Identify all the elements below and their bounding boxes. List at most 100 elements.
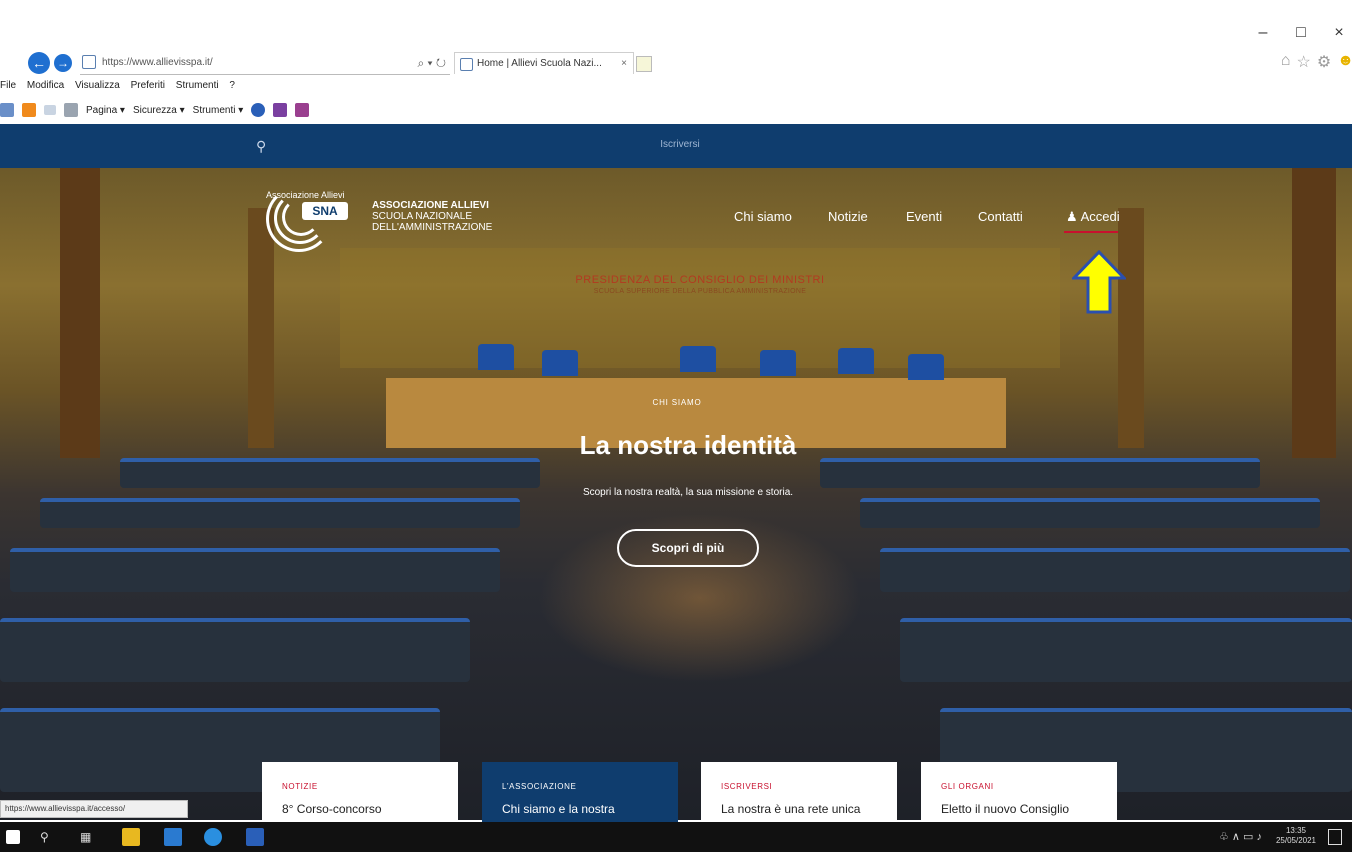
taskbar-clock[interactable]: 13:35 25/05/2021	[1276, 826, 1316, 846]
site-favicon-icon	[82, 55, 96, 70]
discover-more-button[interactable]: Scopri di più	[617, 529, 759, 567]
card-associazione[interactable]: L'ASSOCIAZIONE Chi siamo e la nostra	[482, 762, 678, 822]
seat-row	[880, 548, 1350, 592]
search-refresh-icons[interactable]: ⌕ ▾ ↻	[417, 52, 446, 74]
card-notizie[interactable]: NOTIZIE 8° Corso-concorso	[262, 762, 458, 822]
menu-strumenti[interactable]: Strumenti	[176, 80, 219, 91]
browser-command-bar: Pagina ▾ Sicurezza ▾ Strumenti ▾	[0, 100, 310, 120]
card-label: L'ASSOCIAZIONE	[502, 782, 577, 791]
browser-tab-home[interactable]: Home | Allievi Scuola Nazi... ×	[454, 52, 634, 74]
card-organi[interactable]: GLI ORGANI Eletto il nuovo Consiglio	[921, 762, 1117, 822]
search-icon[interactable]: ⚲	[40, 830, 49, 844]
windows-taskbar: ⚲ ▦ ♧ ∧ ▭ ♪ 13:35 25/05/2021	[0, 822, 1352, 852]
card-label: GLI ORGANI	[941, 782, 994, 791]
forward-button[interactable]: →	[54, 54, 72, 72]
notification-center-icon[interactable]	[1328, 829, 1342, 845]
logo-badge: SNA	[302, 202, 348, 220]
card-title: 8° Corso-concorso	[282, 802, 382, 816]
wall-sign-line2: SCUOLA SUPERIORE DELLA PUBBLICA AMMINIST…	[593, 288, 807, 295]
right-pillar	[1292, 168, 1336, 458]
mail-icon[interactable]	[44, 105, 56, 115]
command-pagina[interactable]: Pagina ▾	[86, 105, 125, 116]
card-title: La nostra è una rete unica	[721, 802, 861, 816]
menu-modifica[interactable]: Modifica	[27, 80, 64, 91]
browser-window: – □ × ← → https://www.allievisspa.it/ ⌕ …	[0, 0, 1364, 859]
wall-sign: PRESIDENZA DEL CONSIGLIO DEI MINISTRI SC…	[540, 274, 860, 295]
menu-visualizza[interactable]: Visualizza	[75, 80, 120, 91]
nav-accedi[interactable]: ♟ Accedi	[1066, 209, 1120, 225]
brand-line: SCUOLA NAZIONALE	[372, 211, 473, 222]
new-tab-button[interactable]	[636, 56, 652, 72]
seat-row	[900, 618, 1352, 682]
feedback-smiley-icon[interactable]: ☻	[1337, 52, 1354, 72]
right-pillar-2	[1118, 208, 1144, 448]
nav-eventi[interactable]: Eventi	[906, 209, 942, 224]
card-label: NOTIZIE	[282, 782, 318, 791]
brand-line: DELL'AMMINISTRAZIONE	[372, 222, 493, 233]
up-arrow-annotation-icon	[1072, 250, 1126, 314]
brand-text[interactable]: ASSOCIAZIONE ALLIEVI SCUOLA NAZIONALE DE…	[372, 200, 492, 233]
clock-date: 25/05/2021	[1275, 836, 1316, 845]
command-strumenti[interactable]: Strumenti ▾	[193, 105, 244, 116]
back-button[interactable]: ←	[28, 52, 50, 74]
menu-preferiti[interactable]: Preferiti	[131, 80, 165, 91]
seat-row	[0, 618, 470, 682]
logo-mark: SNA	[266, 186, 352, 252]
favorites-star-icon[interactable]: ☆	[1296, 52, 1310, 72]
address-url: https://www.allievisspa.it/	[102, 57, 213, 68]
nav-notizie[interactable]: Notizie	[828, 209, 868, 224]
window-controls: – □ ×	[1256, 25, 1346, 41]
card-iscriversi[interactable]: ISCRIVERSI La nostra è una rete unica	[701, 762, 897, 822]
tab-title: Home | Allievi Scuola Nazi...	[477, 58, 602, 69]
browser-toolbar-icons: ⌂ ☆ ⚙ ☻	[1281, 52, 1354, 72]
site-top-bar: ⚲ Iscriversi	[0, 124, 1352, 168]
menu-file[interactable]: File	[0, 80, 16, 91]
address-bar[interactable]: https://www.allievisspa.it/ ⌕ ▾ ↻	[80, 52, 450, 75]
system-tray-icons[interactable]: ♧ ∧ ▭ ♪	[1219, 830, 1262, 843]
nav-contatti[interactable]: Contatti	[978, 209, 1023, 224]
clock-time: 13:35	[1285, 826, 1306, 835]
nav-chi-siamo[interactable]: Chi siamo	[734, 209, 792, 224]
home-page-icon[interactable]	[0, 103, 14, 117]
menu-help[interactable]: ?	[229, 80, 235, 91]
seat-row	[860, 498, 1320, 528]
tab-favicon-icon	[460, 58, 473, 71]
nav-accedi-label: Accedi	[1080, 209, 1120, 224]
chair	[680, 346, 716, 372]
hero-kicker: CHI SIAMO	[0, 398, 1364, 407]
wall-sign-line1: PRESIDENZA DEL CONSIGLIO DEI MINISTRI	[575, 274, 825, 286]
chair	[908, 354, 944, 380]
command-sicurezza[interactable]: Sicurezza ▾	[133, 105, 185, 116]
print-icon[interactable]	[64, 103, 78, 117]
browser-menu-bar: File Modifica Visualizza Preferiti Strum…	[0, 80, 243, 96]
maximize-button[interactable]: □	[1294, 25, 1308, 41]
close-window-button[interactable]: ×	[1332, 25, 1346, 41]
file-explorer-icon[interactable]	[122, 828, 140, 846]
send-to-onenote-icon[interactable]	[295, 103, 310, 117]
help-icon[interactable]	[251, 103, 266, 117]
outlook-icon[interactable]	[164, 828, 182, 846]
tab-close-icon[interactable]: ×	[621, 53, 627, 75]
signup-link[interactable]: Iscriversi	[640, 139, 720, 150]
settings-gear-icon[interactable]: ⚙	[1317, 52, 1331, 72]
status-bar-url: https://www.allievisspa.it/accesso/	[0, 800, 188, 818]
onenote-icon[interactable]	[273, 103, 288, 117]
brand-line: ASSOCIAZIONE ALLIEVI	[372, 200, 489, 211]
accedi-active-underline	[1064, 231, 1118, 233]
card-label: ISCRIVERSI	[721, 782, 773, 791]
seat-row	[40, 498, 520, 528]
start-windows-icon[interactable]	[6, 830, 20, 844]
card-title: Eletto il nuovo Consiglio	[941, 802, 1070, 816]
magnifier-icon[interactable]: ⚲	[256, 138, 266, 155]
word-icon[interactable]	[246, 828, 264, 846]
seat-row	[10, 548, 500, 592]
browser-nav-row: ← → https://www.allievisspa.it/ ⌕ ▾ ↻ Ho…	[0, 50, 1364, 80]
task-view-icon[interactable]: ▦	[80, 830, 91, 844]
site-logo[interactable]: Associazione Allievi SNA	[266, 186, 352, 252]
home-icon[interactable]: ⌂	[1281, 52, 1291, 72]
card-title: Chi siamo e la nostra	[502, 802, 615, 816]
minimize-button[interactable]: –	[1256, 25, 1270, 41]
hero-title: La nostra identità	[579, 430, 797, 460]
internet-explorer-icon[interactable]	[204, 828, 222, 846]
rss-feed-icon[interactable]	[22, 103, 36, 117]
